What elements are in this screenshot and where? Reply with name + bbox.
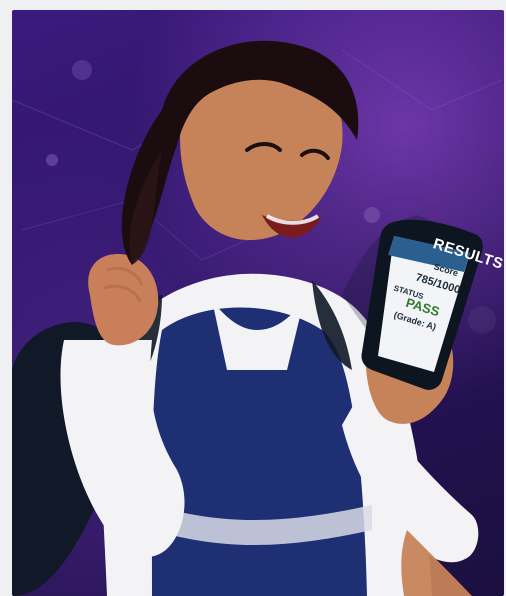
- student-results-photo: RESULTS Score 785/1000 STATUS PASS (Grad…: [12, 10, 504, 596]
- image-frame: RESULTS Score 785/1000 STATUS PASS (Grad…: [0, 0, 506, 596]
- head: [121, 40, 359, 266]
- photo-illustration: RESULTS Score 785/1000 STATUS PASS (Grad…: [12, 40, 504, 596]
